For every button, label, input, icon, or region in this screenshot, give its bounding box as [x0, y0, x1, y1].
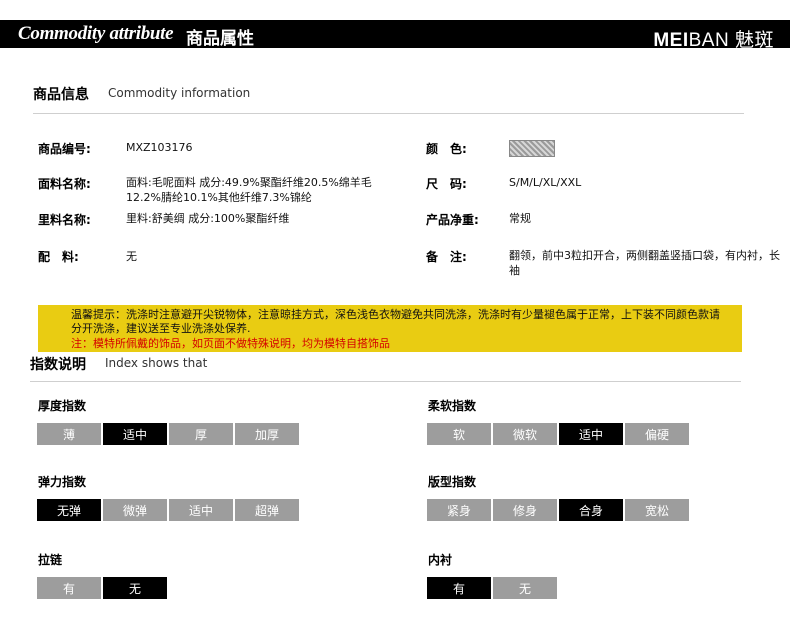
- thickness-option: 加厚: [235, 423, 299, 445]
- fit-option: 紧身: [427, 499, 491, 521]
- softness-index-title: 柔软指数: [428, 399, 477, 413]
- header-bar: Commodity attribute 商品属性 MEIBAN 魅斑: [0, 20, 790, 51]
- brand-logo: MEIBAN 魅斑: [653, 30, 774, 51]
- fit-option-selected: 合身: [559, 499, 623, 521]
- product-code-label: 商品编号:: [38, 142, 91, 156]
- size-label: 尺 码:: [426, 177, 467, 191]
- care-notice: 温馨提示：洗涤时注意避开尖锐物体，注意晾挂方式，深色浅色衣物避免共同洗涤，洗涤时…: [38, 305, 742, 352]
- header-title-en: Commodity attribute: [18, 23, 174, 44]
- softness-index-scale: 软微软 适中 偏硬: [427, 423, 691, 445]
- elasticity-option: 适中: [169, 499, 233, 521]
- thickness-index-scale: 薄适中厚加厚: [37, 423, 301, 445]
- index-section-subtitle: Index shows that: [105, 356, 208, 370]
- care-notice-text: 温馨提示：洗涤时注意避开尖锐物体，注意晾挂方式，深色浅色衣物避免共同洗涤，洗涤时…: [71, 308, 720, 335]
- elasticity-option: 超弹: [235, 499, 299, 521]
- elasticity-index-title: 弹力指数: [38, 475, 87, 489]
- color-label: 颜 色:: [426, 142, 467, 156]
- accessory-label: 配 料:: [38, 250, 79, 264]
- lining-value: 里料:舒美绸 成分:100%聚酯纤维: [126, 212, 290, 225]
- zipper-option-selected: 无: [103, 577, 167, 599]
- net-weight-label: 产品净重:: [426, 213, 479, 227]
- fit-option: 修身: [493, 499, 557, 521]
- color-swatch: [509, 140, 555, 157]
- info-section-divider: [33, 113, 744, 114]
- header-title-cn: 商品属性: [186, 29, 254, 49]
- index-section-divider: [30, 381, 741, 382]
- remark-label: 备 注:: [426, 250, 467, 264]
- elasticity-index-scale: 无弹 微弹 适中 超弹: [37, 499, 301, 521]
- accessory-value: 无: [126, 250, 137, 263]
- lining-option: 无: [493, 577, 557, 599]
- product-code-value: MXZ103176: [126, 141, 193, 154]
- inner-lining-scale: 有无: [427, 577, 559, 599]
- fit-index-title: 版型指数: [428, 475, 477, 489]
- thickness-option: 薄: [37, 423, 101, 445]
- fabric-label: 面料名称:: [38, 177, 91, 191]
- softness-option: 偏硬: [625, 423, 689, 445]
- thickness-index-title: 厚度指数: [38, 399, 87, 413]
- elasticity-option-selected: 无弹: [37, 499, 101, 521]
- index-section-title: 指数说明: [30, 357, 86, 373]
- lining-option-selected: 有: [427, 577, 491, 599]
- thickness-option: 厚: [169, 423, 233, 445]
- zipper-title: 拉链: [38, 553, 63, 567]
- softness-option-selected: 适中: [559, 423, 623, 445]
- thickness-option-selected: 适中: [103, 423, 167, 445]
- info-section-title: 商品信息: [33, 87, 89, 103]
- net-weight-value: 常规: [509, 212, 531, 225]
- zipper-scale: 有无: [37, 577, 169, 599]
- model-accessory-note: 注：模特所佩戴的饰品，如页面不做特殊说明，均为模特自搭饰品: [71, 337, 390, 350]
- lining-label: 里料名称:: [38, 213, 91, 227]
- zipper-option: 有: [37, 577, 101, 599]
- fabric-value: 面料:毛呢面料 成分:49.9%聚酯纤维20.5%绵羊毛12.2%腈纶10.1%…: [126, 176, 372, 204]
- softness-option: 软: [427, 423, 491, 445]
- inner-lining-title: 内衬: [428, 553, 453, 567]
- info-section-subtitle: Commodity information: [108, 86, 251, 100]
- elasticity-option: 微弹: [103, 499, 167, 521]
- fit-index-scale: 紧身 修身 合身 宽松: [427, 499, 691, 521]
- remark-value: 翻领，前中3粒扣开合，两侧翻盖竖插口袋，有内衬，长袖: [509, 249, 780, 277]
- fit-option: 宽松: [625, 499, 689, 521]
- softness-option: 微软: [493, 423, 557, 445]
- size-value: S/M/L/XL/XXL: [509, 176, 582, 189]
